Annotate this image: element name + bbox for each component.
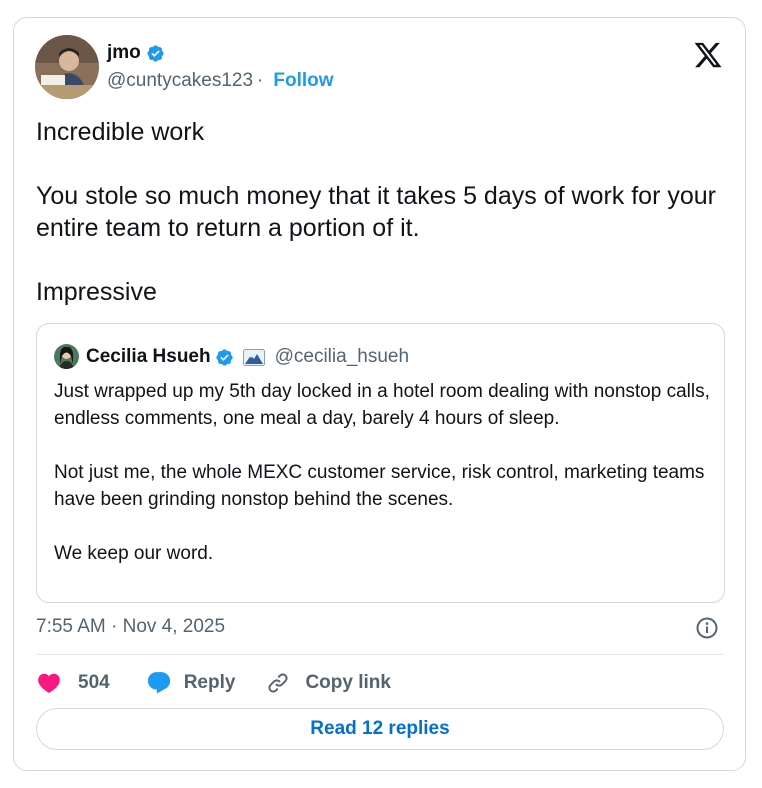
reply-label: Reply (183, 672, 236, 693)
quoted-paragraph: We keep our word. (54, 543, 214, 564)
embedded-post-card: jmo @cuntycakes123 · Follow Incredible w… (13, 17, 746, 771)
post-paragraph: Impressive (36, 278, 157, 306)
link-icon (268, 673, 289, 693)
reply-button[interactable]: Reply (146, 670, 236, 696)
heart-icon (38, 673, 60, 693)
post-paragraph: You stole so much money that it takes 5 … (36, 182, 716, 242)
post-paragraph: Incredible work (36, 118, 205, 146)
quoted-author-handle: @cecilia_hsueh (274, 346, 410, 367)
post-timestamp[interactable]: 7:55 AM · Nov 4, 2025 (36, 616, 225, 638)
author-name-row: jmo (107, 42, 165, 64)
quoted-author-avatar (54, 344, 79, 369)
copy-link-label: Copy link (305, 672, 391, 693)
separator-dot: · (257, 70, 264, 91)
reply-bubble-icon (147, 672, 170, 694)
author-handle-row: @cuntycakes123 · Follow (107, 70, 334, 92)
quoted-header: Cecilia Hsueh @cecilia_hsueh (86, 342, 409, 372)
quoted-paragraph: Not just me, the whole MEXC customer ser… (54, 462, 705, 510)
copy-link-button[interactable]: Copy link (265, 670, 391, 696)
verified-badge-icon (215, 348, 233, 366)
author-avatar[interactable] (35, 35, 99, 99)
quoted-paragraph: Just wrapped up my 5th day locked in a h… (54, 381, 710, 429)
action-bar: 504 Reply Copy link (36, 668, 391, 698)
read-replies-button[interactable]: Read 12 replies (36, 708, 724, 750)
follow-button[interactable]: Follow (273, 70, 333, 92)
divider (36, 654, 724, 655)
author-handle[interactable]: @cuntycakes123 (107, 70, 253, 92)
author-name[interactable]: jmo (107, 42, 141, 64)
verified-badge-icon (147, 44, 164, 62)
post-text: Incredible work You stole so much money … (36, 116, 726, 308)
quoted-text: Just wrapped up my 5th day locked in a h… (54, 378, 714, 567)
quoted-author-name: Cecilia Hsueh (86, 346, 211, 367)
info-icon[interactable] (695, 616, 719, 640)
like-button[interactable]: 504 (36, 670, 110, 696)
like-count: 504 (78, 672, 110, 693)
mountain-flag-icon (242, 348, 265, 366)
quoted-post[interactable]: Cecilia Hsueh @cecilia_hsueh Just wrappe… (36, 323, 725, 603)
x-logo-icon[interactable] (693, 40, 723, 70)
